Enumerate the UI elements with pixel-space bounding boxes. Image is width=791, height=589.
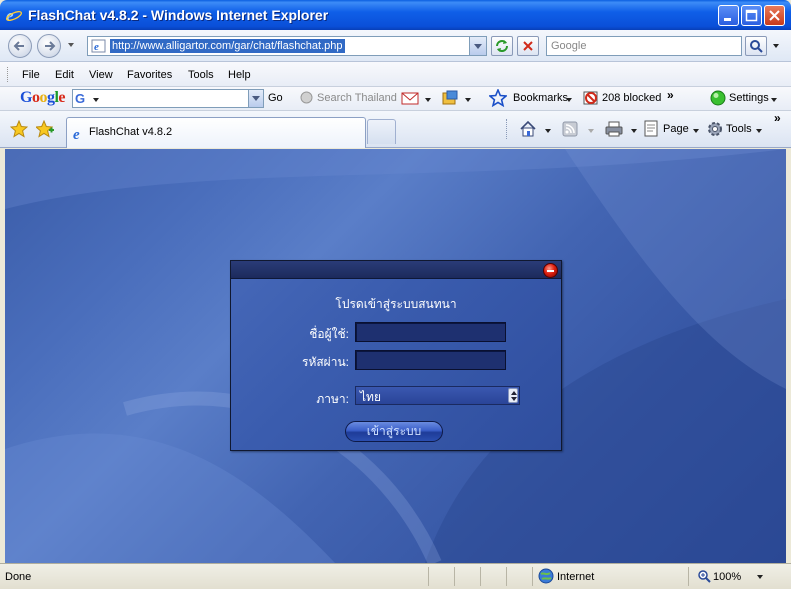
password-input[interactable] — [355, 350, 506, 370]
settings-dropdown-icon[interactable] — [771, 98, 777, 102]
username-input[interactable] — [355, 322, 506, 342]
refresh-button[interactable] — [491, 36, 513, 56]
more-chevron-icon[interactable]: » — [667, 88, 674, 102]
google-logo[interactable]: Google — [20, 89, 65, 107]
language-label: ภาษา: — [316, 392, 349, 406]
autofill-dropdown-icon[interactable] — [465, 98, 471, 102]
tab-bar: e FlashChat v4.8.2 Page Tools » — [0, 111, 791, 148]
menu-file[interactable]: File — [22, 69, 40, 81]
zoom-level[interactable]: 100% — [713, 571, 741, 583]
forward-button[interactable] — [37, 34, 61, 58]
google-search-dropdown-icon[interactable] — [248, 90, 263, 107]
status-bar: Done Internet 100% — [0, 563, 791, 589]
toolbar-separator — [506, 119, 507, 139]
feeds-dropdown-icon[interactable] — [588, 129, 594, 133]
zoom-icon[interactable] — [697, 569, 711, 586]
popup-blocker-icon[interactable] — [583, 90, 599, 109]
menu-view[interactable]: View — [89, 69, 113, 81]
search-input[interactable]: Google — [546, 36, 742, 56]
password-label: รหัสผ่าน: — [302, 355, 349, 369]
menu-tools[interactable]: Tools — [188, 69, 214, 81]
tools-gear-icon[interactable] — [706, 120, 724, 141]
ie-logo-icon: e — [5, 6, 23, 25]
menu-favorites[interactable]: Favorites — [127, 69, 172, 81]
favorites-center-icon[interactable] — [9, 119, 29, 141]
bookmarks-star-icon[interactable] — [488, 87, 508, 110]
print-dropdown-icon[interactable] — [631, 129, 637, 133]
flash-content-area: โปรดเข้าสู่ระบบสนทนา ชื่อผู้ใช้: รหัสผ่า… — [5, 149, 786, 563]
stop-button[interactable] — [517, 36, 539, 56]
home-dropdown-icon[interactable] — [545, 129, 551, 133]
page-menu-button[interactable]: Page — [663, 123, 689, 135]
search-button[interactable] — [745, 36, 767, 56]
menu-bar: File Edit View Favorites Tools Help — [0, 62, 791, 87]
more-commands-chevron-icon[interactable]: » — [774, 111, 781, 125]
tools-menu-button[interactable]: Tools — [726, 123, 752, 135]
address-toolbar: e http://www.alligartor.com/gar/chat/fla… — [0, 30, 791, 62]
menu-help[interactable]: Help — [228, 69, 251, 81]
zoom-dropdown-icon[interactable] — [757, 575, 763, 579]
history-dropdown-icon[interactable] — [68, 43, 74, 47]
page-menu-icon[interactable] — [643, 120, 661, 141]
title-bar: e FlashChat v4.8.2 - Windows Internet Ex… — [0, 0, 791, 30]
status-divider — [506, 567, 507, 586]
maximize-button[interactable] — [741, 5, 762, 26]
page-dropdown-icon[interactable] — [693, 129, 699, 133]
dialog-close-icon[interactable] — [543, 263, 558, 278]
status-divider — [480, 567, 481, 586]
mail-icon[interactable] — [401, 90, 419, 109]
mail-dropdown-icon[interactable] — [425, 98, 431, 102]
address-dropdown-icon[interactable] — [469, 37, 486, 55]
security-zone: Internet — [557, 571, 595, 583]
tab-flashchat[interactable]: e FlashChat v4.8.2 — [66, 117, 366, 148]
svg-text:e: e — [73, 127, 80, 142]
internet-zone-icon — [538, 568, 554, 587]
page-icon: e — [91, 39, 107, 53]
search-site-button[interactable]: Search Thailand — [317, 92, 397, 104]
tab-page-icon: e — [72, 126, 88, 145]
login-dialog-titlebar — [231, 261, 561, 279]
search-options-icon[interactable] — [773, 44, 779, 48]
toolbar-grip — [7, 67, 10, 82]
settings-status-icon[interactable] — [710, 90, 726, 109]
tab-label: FlashChat v4.8.2 — [89, 126, 173, 138]
login-button[interactable]: เข้าสู่ระบบ — [345, 421, 443, 442]
status-divider — [454, 567, 455, 586]
google-go-button[interactable]: Go — [268, 92, 283, 104]
back-button[interactable] — [8, 34, 32, 58]
google-search-box[interactable]: G — [72, 89, 264, 108]
language-select[interactable]: ไทย — [355, 386, 520, 405]
bookmarks-dropdown-icon[interactable] — [566, 98, 572, 102]
print-icon[interactable] — [605, 120, 623, 141]
address-bar[interactable]: e http://www.alligartor.com/gar/chat/fla… — [87, 36, 487, 56]
menu-edit[interactable]: Edit — [55, 69, 74, 81]
add-favorite-icon[interactable] — [34, 119, 54, 141]
status-divider — [688, 567, 689, 586]
language-selected-value: ไทย — [360, 390, 381, 404]
tools-dropdown-icon[interactable] — [756, 129, 762, 133]
status-divider — [428, 567, 429, 586]
language-spinner-icon[interactable] — [508, 388, 518, 403]
google-menu-arrow-icon[interactable] — [93, 98, 99, 102]
window-title: FlashChat v4.8.2 - Windows Internet Expl… — [28, 7, 329, 23]
popup-blocked-count[interactable]: 208 blocked — [602, 92, 661, 104]
login-dialog: โปรดเข้าสู่ระบบสนทนา ชื่อผู้ใช้: รหัสผ่า… — [230, 260, 562, 451]
status-divider — [532, 567, 533, 586]
google-g-icon: G — [75, 91, 86, 106]
feeds-icon[interactable] — [562, 121, 578, 140]
autofill-icon[interactable] — [441, 90, 459, 109]
google-toolbar: Google G Go Search Thailand Bookmarks 20… — [0, 87, 791, 111]
svg-text:e: e — [94, 41, 99, 53]
close-window-button[interactable] — [764, 5, 785, 26]
home-icon[interactable] — [519, 120, 537, 141]
minimize-button[interactable] — [718, 5, 739, 26]
username-label: ชื่อผู้ใช้: — [309, 327, 349, 341]
new-tab-button[interactable] — [367, 119, 396, 144]
settings-button[interactable]: Settings — [729, 92, 769, 104]
status-text: Done — [5, 571, 32, 583]
login-heading: โปรดเข้าสู่ระบบสนทนา — [335, 297, 457, 311]
bookmarks-button[interactable]: Bookmarks — [513, 92, 568, 104]
address-url[interactable]: http://www.alligartor.com/gar/chat/flash… — [110, 39, 345, 53]
